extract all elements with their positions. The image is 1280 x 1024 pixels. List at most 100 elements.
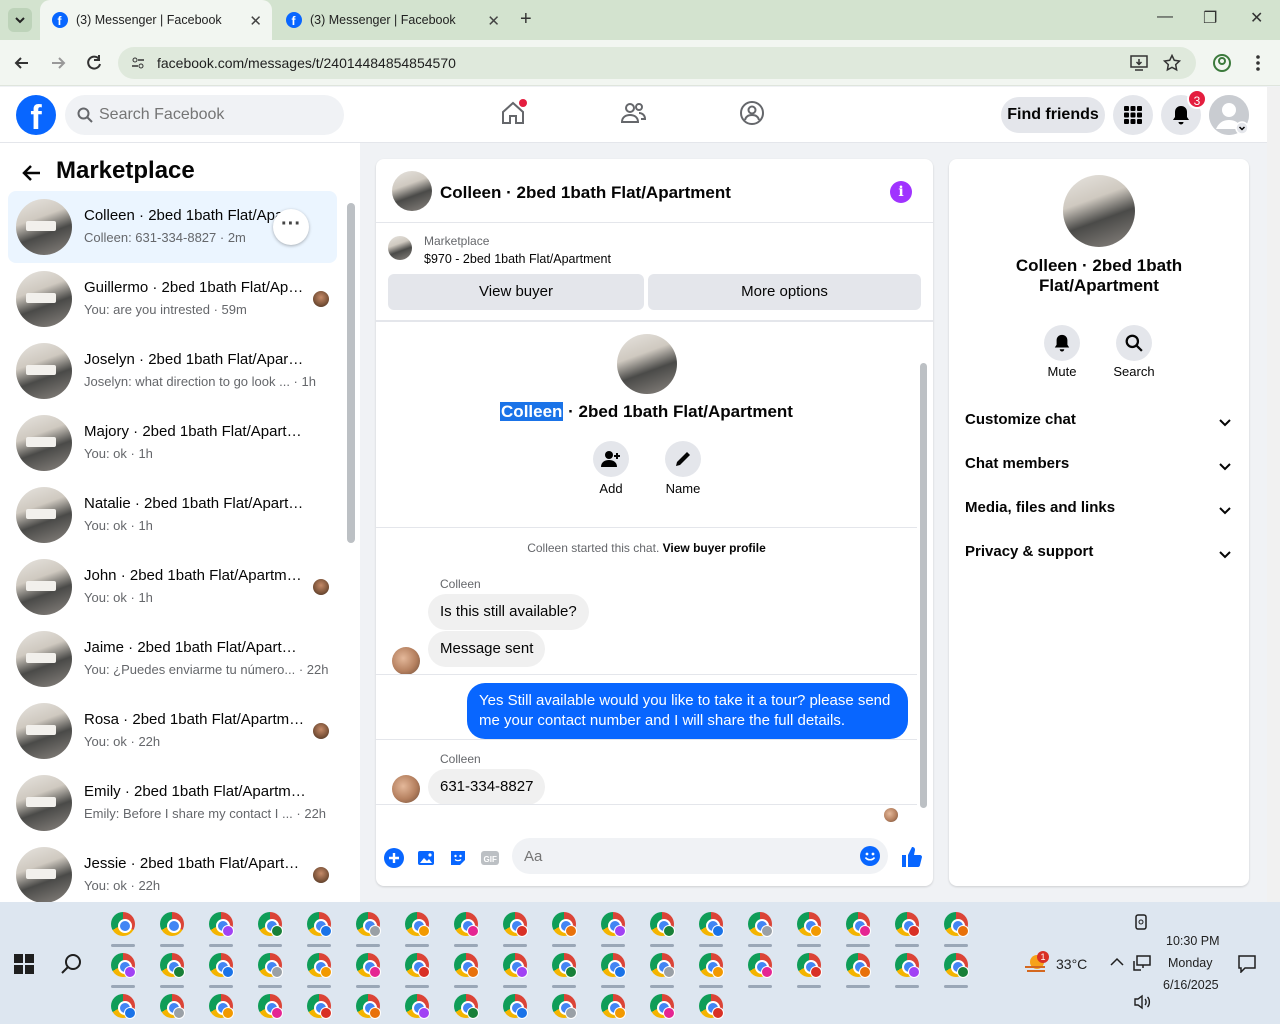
chat-avatar-large[interactable] <box>1063 175 1135 247</box>
chrome-taskbar-icon[interactable] <box>891 949 923 988</box>
back-arrow-icon[interactable] <box>12 53 32 73</box>
chrome-taskbar-icon[interactable] <box>450 908 482 947</box>
chrome-taskbar-icon[interactable] <box>107 990 139 1022</box>
chrome-taskbar-icon[interactable] <box>646 949 678 988</box>
address-bar[interactable]: facebook.com/messages/t/2401448485485457… <box>118 47 1196 79</box>
browser-tab-active[interactable]: f (3) Messenger | Facebook ✕ <box>40 0 272 40</box>
chrome-taskbar-icon[interactable] <box>254 908 286 947</box>
chrome-taskbar-icon[interactable] <box>205 990 237 1022</box>
plus-circle-icon[interactable] <box>384 848 404 868</box>
chrome-taskbar-icon[interactable] <box>303 990 335 1022</box>
minimize-icon[interactable]: — <box>1157 8 1173 26</box>
privacy-support-section[interactable]: Privacy & support <box>965 543 1233 567</box>
chrome-taskbar-icon[interactable] <box>793 908 825 947</box>
media-files-links-section[interactable]: Media, files and links <box>965 499 1233 523</box>
chrome-taskbar-icon[interactable] <box>548 990 580 1022</box>
chrome-taskbar-icon[interactable] <box>793 949 825 988</box>
tray-device-icon[interactable] <box>1133 914 1149 930</box>
facebook-logo-icon[interactable]: f <box>16 95 56 137</box>
chrome-taskbar-icon[interactable] <box>352 990 384 1022</box>
chrome-taskbar-icon[interactable] <box>695 990 727 1022</box>
tab-search-button[interactable] <box>8 8 32 32</box>
new-tab-icon[interactable]: + <box>520 8 532 31</box>
chrome-taskbar-icon[interactable] <box>205 908 237 947</box>
listing-thumbnail[interactable] <box>388 236 412 260</box>
reload-icon[interactable] <box>84 53 104 73</box>
chrome-taskbar-icon[interactable] <box>597 949 629 988</box>
view-buyer-profile-link[interactable]: View buyer profile <box>663 541 766 555</box>
chat-members-section[interactable]: Chat members <box>965 455 1233 479</box>
chrome-taskbar-icon[interactable] <box>107 908 139 947</box>
conversation-item[interactable]: Jaime · 2bed 1bath Flat/Apartment You: ¿… <box>8 623 337 695</box>
chrome-taskbar-icon[interactable] <box>499 949 531 988</box>
chrome-taskbar-icon[interactable] <box>548 908 580 947</box>
install-app-icon[interactable] <box>1130 55 1148 71</box>
chrome-taskbar-icon[interactable] <box>107 949 139 988</box>
more-options-button[interactable]: ··· <box>273 209 309 245</box>
chrome-taskbar-icon[interactable] <box>548 949 580 988</box>
emoji-icon[interactable] <box>860 846 880 866</box>
chrome-taskbar-icon[interactable] <box>352 908 384 947</box>
forward-arrow-icon[interactable] <box>48 53 68 73</box>
mute-button[interactable] <box>1044 325 1080 361</box>
sticker-icon[interactable] <box>448 848 468 868</box>
avatar[interactable] <box>392 171 432 211</box>
add-people-button[interactable] <box>593 441 629 477</box>
chat-title[interactable]: Colleen · 2bed 1bath Flat/Apartment <box>440 183 731 203</box>
chrome-taskbar-icon[interactable] <box>450 949 482 988</box>
chrome-taskbar-icon[interactable] <box>303 908 335 947</box>
chrome-taskbar-icon[interactable] <box>401 949 433 988</box>
message-input-box[interactable] <box>512 838 888 874</box>
chrome-taskbar-icon[interactable] <box>646 908 678 947</box>
chrome-taskbar-icon[interactable] <box>156 949 188 988</box>
conversation-item[interactable]: Rosa · 2bed 1bath Flat/Apartment You: ok… <box>8 695 337 767</box>
search-icon[interactable] <box>60 952 84 976</box>
gif-icon[interactable]: GIF <box>480 848 500 868</box>
chrome-taskbar-icon[interactable] <box>597 990 629 1022</box>
volume-icon[interactable] <box>1133 994 1151 1010</box>
message-bubble-incoming[interactable]: Is this still available? <box>428 594 589 630</box>
browser-menu-icon[interactable] <box>1250 53 1266 73</box>
listing-title[interactable]: $970 - 2bed 1bath Flat/Apartment <box>424 252 611 266</box>
customize-chat-section[interactable]: Customize chat <box>965 411 1233 435</box>
groups-icon[interactable] <box>738 99 766 127</box>
view-buyer-button[interactable]: View buyer <box>388 274 644 310</box>
close-tab-icon[interactable]: ✕ <box>249 12 262 30</box>
message-bubble-incoming[interactable]: Message sent <box>428 631 546 667</box>
chrome-taskbar-icon[interactable] <box>254 949 286 988</box>
chrome-taskbar-icon[interactable] <box>646 990 678 1022</box>
chrome-taskbar-icon[interactable] <box>695 949 727 988</box>
restore-icon[interactable]: ❐ <box>1203 8 1217 28</box>
account-avatar[interactable] <box>1209 95 1249 135</box>
clock-time[interactable]: 10:30 PM <box>1166 934 1220 948</box>
find-friends-button[interactable]: Find friends <box>1001 97 1105 133</box>
edit-name-button[interactable] <box>665 441 701 477</box>
chrome-taskbar-icon[interactable] <box>156 908 188 947</box>
chrome-taskbar-icon[interactable] <box>156 990 188 1022</box>
sender-avatar[interactable] <box>392 647 420 675</box>
chrome-taskbar-icon[interactable] <box>499 990 531 1022</box>
conversation-item[interactable]: Emily · 2bed 1bath Flat/Apartment Emily:… <box>8 767 337 839</box>
chrome-taskbar-icon[interactable] <box>450 990 482 1022</box>
message-bubble-outgoing[interactable]: Yes Still available would you like to ta… <box>467 683 908 739</box>
weather-temp[interactable]: 33°C <box>1056 956 1087 972</box>
chrome-taskbar-icon[interactable] <box>744 949 776 988</box>
conversation-item[interactable]: John · 2bed 1bath Flat/Apartment You: ok… <box>8 551 337 623</box>
conversation-item[interactable]: Colleen · 2bed 1bath Flat/Apartment Coll… <box>8 191 337 263</box>
profile-icon[interactable] <box>1212 53 1232 73</box>
chrome-taskbar-icon[interactable] <box>401 990 433 1022</box>
chrome-taskbar-icon[interactable] <box>891 908 923 947</box>
chrome-taskbar-icon[interactable] <box>744 908 776 947</box>
home-icon[interactable] <box>499 99 527 127</box>
chrome-taskbar-icon[interactable] <box>940 908 972 947</box>
chrome-taskbar-icon[interactable] <box>205 949 237 988</box>
chrome-taskbar-icon[interactable] <box>940 949 972 988</box>
clock-day[interactable]: Monday <box>1168 956 1212 970</box>
photo-icon[interactable] <box>416 848 436 868</box>
network-icon[interactable] <box>1133 955 1151 971</box>
conversation-item[interactable]: Guillermo · 2bed 1bath Flat/Apartment Yo… <box>8 263 337 335</box>
close-window-icon[interactable]: ✕ <box>1250 8 1263 28</box>
clock-date[interactable]: 6/16/2025 <box>1163 978 1219 992</box>
search-in-chat-button[interactable] <box>1116 325 1152 361</box>
message-bubble-incoming[interactable]: 631-334-8827 <box>428 769 546 805</box>
